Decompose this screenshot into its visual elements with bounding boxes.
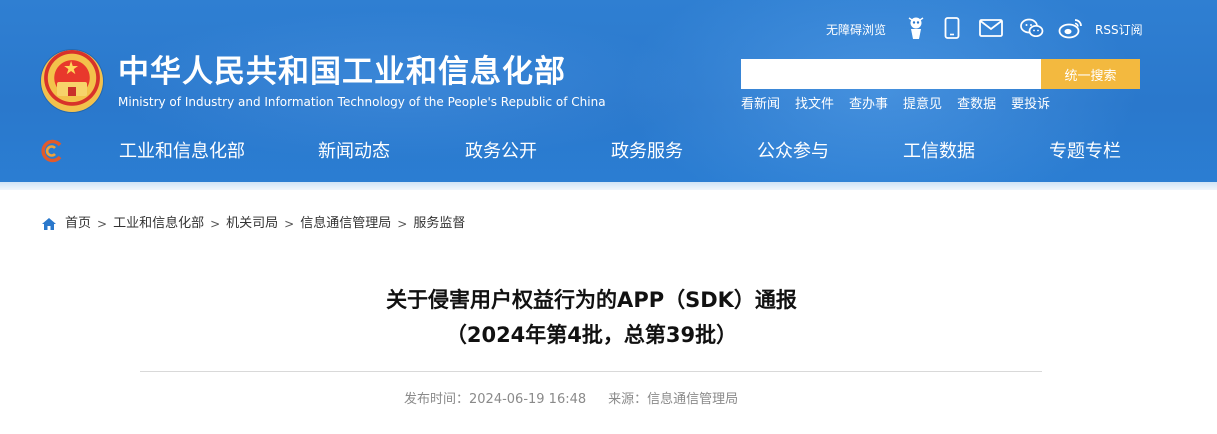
quick-link-documents[interactable]: 找文件: [795, 96, 834, 114]
site-title[interactable]: 中华人民共和国工业和信息化部: [118, 53, 566, 91]
publish-time: 发布时间：2024-06-19 16:48: [404, 392, 587, 407]
quick-link-data[interactable]: 查数据: [957, 96, 996, 114]
article-title: 关于侵害用户权益行为的APP（SDK）通报: [386, 288, 797, 312]
nav-item-special-topics[interactable]: 专题专栏: [1049, 134, 1121, 170]
mail-icon[interactable]: [978, 15, 1004, 41]
quick-link-feedback[interactable]: 提意见: [903, 96, 942, 114]
breadcrumb-separator-icon: >: [210, 217, 221, 231]
quick-links: 看新闻 找文件 查办事 提意见 查数据 要投诉: [741, 96, 1050, 114]
nav-item-gov-service[interactable]: 政务服务: [611, 134, 683, 170]
breadcrumb-departments[interactable]: 机关司局: [226, 214, 278, 234]
article-subtitle: （2024年第4批，总第39批）: [445, 323, 738, 347]
breadcrumb-separator-icon: >: [97, 217, 108, 231]
accessible-browse-link[interactable]: 无障碍浏览: [826, 14, 886, 44]
article-source: 来源：信息通信管理局: [608, 392, 739, 407]
unified-search-button[interactable]: 统一搜索: [1041, 59, 1140, 89]
nav-item-public-participation[interactable]: 公众参与: [757, 134, 829, 170]
breadcrumb: 首页 > 工业和信息化部 > 机关司局 > 信息通信管理局 > 服务监督: [41, 214, 465, 234]
site-subtitle: Ministry of Industry and Information Tec…: [118, 95, 606, 109]
breadcrumb-miit[interactable]: 工业和信息化部: [113, 214, 204, 234]
breadcrumb-service-supervision[interactable]: 服务监督: [413, 214, 465, 234]
quick-link-news[interactable]: 看新闻: [741, 96, 780, 114]
wechat-icon[interactable]: [1019, 15, 1045, 41]
breadcrumb-home[interactable]: 首页: [65, 214, 91, 234]
nav-item-miit-data[interactable]: 工信数据: [903, 134, 975, 170]
nav-item-miit[interactable]: 工业和信息化部: [119, 134, 245, 170]
emblem-star-icon: ★: [63, 58, 80, 79]
breadcrumb-separator-icon: >: [397, 217, 408, 231]
quick-link-services[interactable]: 查办事: [849, 96, 888, 114]
quick-link-complaint[interactable]: 要投诉: [1011, 96, 1050, 114]
rss-subscribe-link[interactable]: RSS订阅: [1095, 14, 1143, 44]
breadcrumb-separator-icon: >: [284, 217, 295, 231]
emblem-gate-icon: [57, 82, 87, 96]
article-meta: 发布时间：2024-06-19 16:48 来源：信息通信管理局: [404, 390, 738, 410]
robot-icon[interactable]: [903, 15, 929, 41]
banner-fade: [0, 182, 1217, 190]
search-input[interactable]: [741, 59, 1041, 89]
national-emblem-logo[interactable]: ★: [41, 50, 103, 112]
title-divider: [140, 371, 1042, 372]
weibo-icon[interactable]: [1058, 15, 1084, 41]
nav-item-gov-open[interactable]: 政务公开: [465, 134, 537, 170]
breadcrumb-telecom-bureau[interactable]: 信息通信管理局: [300, 214, 391, 234]
main-nav: 工业和信息化部 新闻动态 政务公开 政务服务 公众参与 工信数据 专题专栏: [0, 134, 1217, 170]
nav-item-news[interactable]: 新闻动态: [318, 134, 390, 170]
home-icon[interactable]: [41, 217, 57, 231]
phone-icon[interactable]: [939, 15, 965, 41]
